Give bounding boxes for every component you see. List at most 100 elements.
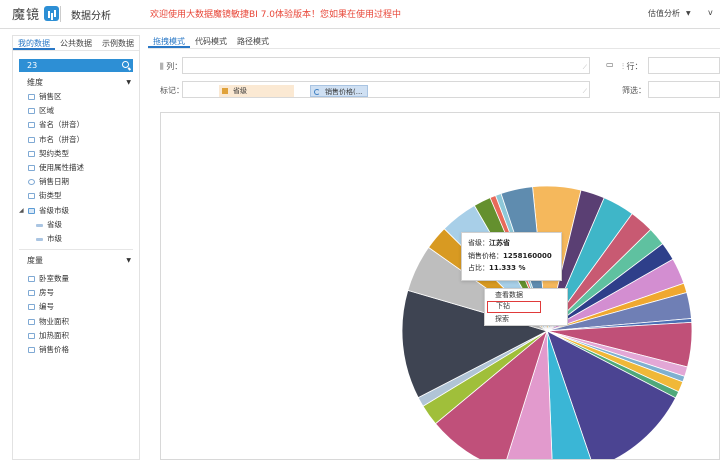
dimension-field[interactable]: 使用属性描述 — [13, 161, 139, 175]
welcome-banner: 欢迎使用大数据魔镜敏捷BI 7.0体验版本！您如果在使用过程中 — [150, 10, 402, 20]
top-menu-extra[interactable]: v — [708, 8, 713, 17]
dimension-field[interactable]: 销售区 — [13, 90, 139, 104]
tab-sample-data[interactable]: 示例数据 — [97, 36, 139, 50]
hierarchy-province-city[interactable]: ◢ 省级市级 — [13, 204, 139, 218]
dimension-field[interactable]: 市名（拼音） — [13, 133, 139, 147]
logo-chart-icon — [44, 6, 60, 21]
menu-item-explore[interactable]: 探索 — [485, 313, 567, 325]
measure-field[interactable]: 编号 — [13, 300, 139, 314]
measure-icon — [28, 318, 35, 325]
chevron-down-icon[interactable]: ▼ — [126, 76, 131, 90]
field-icon — [28, 150, 35, 157]
measure-icon — [28, 276, 35, 283]
search-icon[interactable] — [122, 61, 129, 68]
measure-title: 度量 — [27, 256, 43, 266]
marks-label: 标记： — [160, 86, 184, 95]
measure-icon — [28, 332, 35, 339]
field-icon — [36, 237, 43, 241]
dimension-section-header[interactable]: 维度 ▼ — [19, 76, 133, 90]
data-source-tabs: 我的数据 公共数据 示例数据 — [13, 36, 139, 51]
workspace: 拖拽模式 代码模式 路径模式 ⫼ 列： ⟋ ▭ ⫶ 行： 标记： 省级 销售价格… — [148, 35, 720, 460]
columns-shelf[interactable]: ⟋ — [182, 57, 590, 74]
field-icon — [28, 136, 35, 143]
menu-item-drill-down[interactable]: 下钻 — [487, 301, 541, 313]
dimension-title: 维度 — [27, 78, 43, 87]
mark-dimension-pill[interactable]: 省级 — [219, 85, 294, 97]
filter-label: 筛选： — [622, 86, 646, 95]
logo[interactable]: 魔镜 — [12, 4, 60, 23]
measure-icon — [28, 347, 35, 353]
dimension-field[interactable]: 销售日期 — [13, 175, 139, 189]
chart-tooltip: 省级：江苏省 销售价格：1258160000 占比：11.333 % — [461, 232, 562, 281]
measure-field[interactable]: 卧室数量 — [13, 272, 139, 286]
measure-field-label: 加热面积 — [39, 330, 69, 340]
menu-item-view-data[interactable]: 查看数据 — [485, 289, 567, 301]
measure-field[interactable]: 物业面积 — [13, 315, 139, 329]
measure-field[interactable]: 加热面积 — [13, 329, 139, 343]
chart-canvas[interactable]: 省级：江苏省 销售价格：1258160000 占比：11.333 % 查看数据 … — [160, 112, 720, 460]
mark-dimension-label: 省级 — [233, 87, 247, 95]
measure-field[interactable]: 销售价格 — [13, 343, 139, 357]
tab-code-mode[interactable]: 代码模式 — [190, 35, 232, 48]
dimension-field[interactable]: 街类型 — [13, 189, 139, 203]
dimension-field-label: 省名（拼音） — [39, 120, 84, 130]
clock-icon — [28, 179, 35, 186]
field-icon — [36, 223, 43, 227]
top-bar: 魔镜 数据分析 欢迎使用大数据魔镜敏捷BI 7.0体验版本！您如果在使用过程中 … — [0, 0, 720, 29]
swap-icon[interactable]: ▭ — [606, 60, 614, 69]
valuation-menu[interactable]: 估值分析 ▼ — [648, 8, 691, 19]
chevron-down-icon[interactable]: ▼ — [126, 254, 131, 268]
marks-shelf-row: 标记： 省级 销售价格(... ⟋ 筛选： — [148, 81, 720, 99]
measure-icon — [28, 290, 35, 297]
mark-measure-label: 销售价格(... — [325, 88, 363, 96]
rows-shelf[interactable] — [648, 57, 720, 74]
valuation-menu-label: 估值分析 — [648, 9, 680, 18]
measure-field-label: 编号 — [39, 302, 54, 312]
dimension-field-label: 区域 — [39, 106, 54, 116]
search-value: 23 — [27, 61, 38, 70]
dimension-field[interactable]: 契约类型 — [13, 147, 139, 161]
measure-field-label: 房号 — [39, 288, 54, 298]
measure-field-label: 物业面积 — [39, 316, 69, 326]
dimension-field[interactable]: 省名（拼音） — [13, 118, 139, 132]
resize-icon: ⟋ — [582, 88, 587, 95]
logo-text: 魔镜 — [12, 8, 41, 23]
app-name: 数据分析 — [71, 11, 111, 22]
dimension-field-label: 契约类型 — [39, 148, 69, 158]
tab-public-data[interactable]: 公共数据 — [55, 36, 97, 50]
pie-chart[interactable] — [161, 113, 720, 460]
data-panel: 我的数据 公共数据 示例数据 23 维度 ▼ 销售区区域省名（拼音） 市名（拼音）… — [12, 35, 140, 460]
dimension-field-label: 市名（拼音） — [39, 134, 84, 144]
columns-shelf-row: ⫼ 列： ⟋ ▭ ⫶ 行： — [148, 57, 720, 75]
field-icon — [28, 94, 35, 100]
field-icon — [28, 108, 35, 115]
dimension-field-label: 销售区 — [39, 92, 62, 101]
hierarchy-icon — [28, 207, 35, 214]
measure-field[interactable]: 房号 — [13, 286, 139, 300]
measure-icon — [28, 304, 35, 311]
rows-label: ⫶ 行： — [622, 62, 643, 71]
hierarchy-child-city[interactable]: 市级 — [13, 232, 139, 246]
filter-shelf[interactable] — [648, 81, 720, 98]
tooltip-key: 占比： — [468, 264, 489, 272]
measure-field-label: 卧室数量 — [39, 274, 69, 284]
tab-my-data[interactable]: 我的数据 — [13, 36, 55, 50]
tab-path-mode[interactable]: 路径模式 — [232, 35, 274, 48]
tooltip-key: 销售价格： — [468, 251, 503, 260]
resize-icon: ⟋ — [582, 64, 587, 71]
chevron-down-icon: ▼ — [686, 10, 691, 17]
hierarchy-label: 省级市级 — [39, 205, 69, 215]
measure-section-header[interactable]: 度量 ▼ — [19, 254, 133, 268]
tooltip-value: 1258160000 — [503, 251, 552, 260]
dataset-search-input[interactable]: 23 — [19, 59, 133, 72]
marks-shelf[interactable]: 省级 销售价格(... ⟋ — [182, 81, 590, 98]
expand-arrow-icon[interactable]: ◢ — [19, 204, 24, 218]
tooltip-value: 江苏省 — [489, 239, 510, 247]
dimension-field[interactable]: 区域 — [13, 104, 139, 118]
dimension-field-label: 使用属性描述 — [39, 162, 84, 172]
hierarchy-child-label: 省级 — [47, 219, 62, 229]
tooltip-key: 省级： — [468, 239, 489, 247]
hierarchy-child-province[interactable]: 省级 — [13, 218, 139, 232]
tab-drag-mode[interactable]: 拖拽模式 — [148, 35, 190, 48]
mark-measure-pill[interactable]: 销售价格(... — [310, 85, 368, 97]
